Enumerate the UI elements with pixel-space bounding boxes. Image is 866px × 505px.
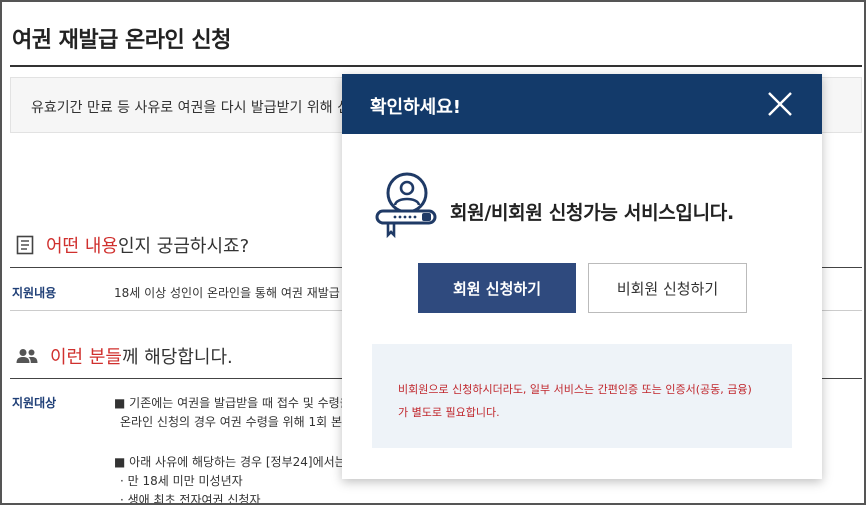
user-id-card-icon [374,171,440,245]
section-who-title-rest: 께 해당합니다. [121,347,233,368]
close-icon[interactable] [766,90,794,118]
section-who-heading: 이런 분들께 해당합니다. [16,343,233,369]
section-who-title-highlight: 이런 분들 [50,347,122,368]
people-icon [16,348,38,369]
dialog-title: 확인하세요! [370,97,462,118]
document-icon [16,235,34,260]
info-box: 비회원으로 신청하시더라도, 일부 서비스는 간편인증 또는 인증서(공동, 금… [372,344,792,448]
page-title: 여권 재발급 온라인 신청 [12,28,231,53]
target-line: · 만 18세 미만 미성년자 [120,474,243,488]
info-line: 비회원으로 신청하시더라도, 일부 서비스는 간편인증 또는 인증서(공동, 금… [398,383,752,396]
info-text: 비회원으로 신청하시더라도, 일부 서비스는 간편인증 또는 인증서(공동, 금… [398,378,778,424]
target-line: 온라인 신청의 경우 여권 수령을 위해 1회 본인 [120,415,354,429]
dialog-header: 확인하세요! [342,74,822,134]
section-what-title-rest: 인지 궁금하시죠? [117,236,250,257]
member-apply-button[interactable]: 회원 신청하기 [418,263,576,313]
section-what-title-highlight: 어떤 내용 [46,236,118,257]
target-line: · 생애 최초 전자여권 신청자 [120,493,261,505]
support-target-label: 지원대상 [12,396,57,410]
confirm-dialog: 확인하세요! 회원/비회원 신청가능 서비스입니다. 회원 신청하기 비회원 신… [342,74,822,479]
support-content-text: 18세 이상 성인이 온라인을 통해 여권 재발급 신청 [114,286,366,300]
dialog-message: 회원/비회원 신청가능 서비스입니다. [450,202,734,224]
page-frame: 여권 재발급 온라인 신청 유효기간 만료 등 사유로 여권을 다시 발급받기 … [0,0,866,505]
target-line: ■ 기존에는 여권을 발급받을 때 접수 및 수령을 위 [114,396,366,410]
guest-apply-button[interactable]: 비회원 신청하기 [588,263,747,313]
support-content-label: 지원내용 [12,286,57,300]
notice-text: 유효기간 만료 등 사유로 여권을 다시 발급받기 위해 신 [31,100,350,116]
title-divider [10,65,862,67]
target-line: ■ 아래 사유에 해당하는 경우 [정부24]에서는 신 [114,455,361,469]
info-line: 가 별도로 필요합니다. [398,406,500,419]
section-what-heading: 어떤 내용인지 궁금하시죠? [16,232,249,260]
